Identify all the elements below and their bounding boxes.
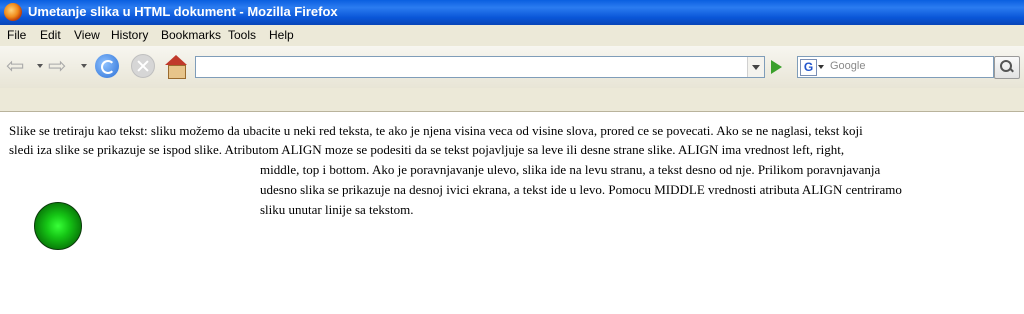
search-input[interactable]: Google	[830, 60, 865, 72]
back-button[interactable]: ⇦	[6, 54, 32, 78]
menu-bar: File Edit View History Bookmarks Tools H…	[0, 25, 1024, 46]
search-button[interactable]	[994, 56, 1020, 79]
title-bar: Umetanje slika u HTML dokument - Mozilla…	[0, 0, 1024, 25]
address-bar[interactable]	[195, 56, 765, 78]
home-button[interactable]	[164, 54, 188, 79]
home-icon	[168, 65, 186, 79]
reload-icon[interactable]	[95, 54, 119, 78]
firefox-logo-icon	[4, 3, 22, 21]
forward-history-dropdown-icon[interactable]	[81, 64, 87, 68]
menu-view[interactable]: View	[74, 28, 100, 42]
search-box[interactable]: G Google	[797, 56, 994, 78]
back-history-dropdown-icon[interactable]	[37, 64, 43, 68]
menu-tools[interactable]: Tools	[228, 28, 256, 42]
page-content: Slike se tretiraju kao tekst: sliku može…	[0, 112, 1024, 314]
bookmarks-toolbar	[0, 88, 1024, 112]
window-title: Umetanje slika u HTML dokument - Mozilla…	[28, 4, 338, 19]
go-icon[interactable]	[766, 57, 786, 77]
engine-dropdown-icon[interactable]	[818, 65, 824, 69]
paragraph-line-4: udesno slika se prikazuje na desnoj ivic…	[260, 182, 902, 197]
green-ball-image	[34, 202, 82, 250]
menu-bookmarks[interactable]: Bookmarks	[161, 28, 221, 42]
google-engine-icon[interactable]: G	[800, 59, 817, 76]
back-arrow-icon: ⇦	[6, 53, 25, 78]
stop-icon[interactable]	[131, 54, 155, 78]
menu-help[interactable]: Help	[269, 28, 294, 42]
paragraph-line-5: sliku unutar linije sa tekstom.	[260, 202, 414, 217]
paragraph-line-1: Slike se tretiraju kao tekst: sliku može…	[9, 123, 863, 138]
paragraph-line-2: sledi iza slike se prikazuje se ispod sl…	[9, 142, 845, 157]
address-dropdown-icon[interactable]	[747, 57, 764, 77]
home-roof-icon	[165, 55, 187, 65]
forward-button[interactable]: ⇨	[48, 54, 74, 78]
menu-file[interactable]: File	[7, 28, 26, 42]
forward-arrow-icon: ⇨	[48, 53, 67, 78]
paragraph-line-3: middle, top i bottom. Ako je poravnjavan…	[260, 162, 881, 177]
menu-edit[interactable]: Edit	[40, 28, 61, 42]
menu-history[interactable]: History	[111, 28, 148, 42]
